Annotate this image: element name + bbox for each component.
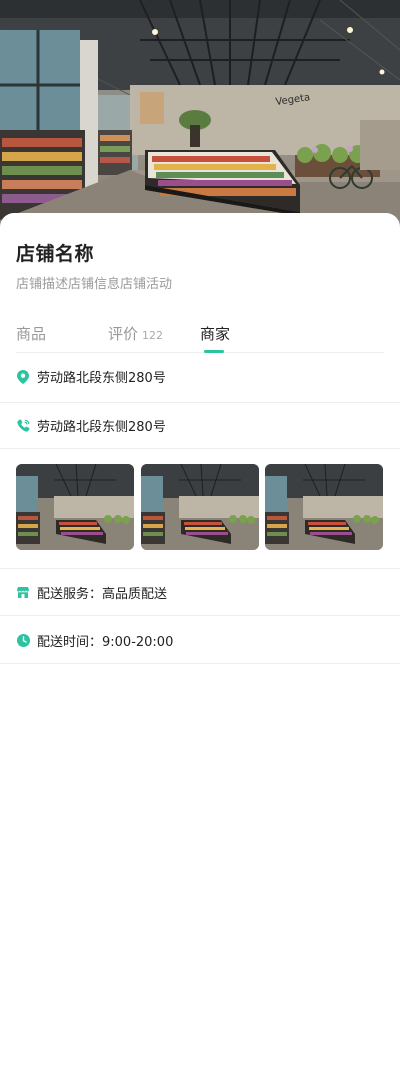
location-pin-icon [16, 369, 30, 384]
store-photo-gallery [16, 464, 384, 550]
supermarket-illustration: Vegeta [0, 0, 400, 232]
tab-reviews[interactable]: 评价 122 [108, 323, 163, 344]
shop-icon [16, 585, 30, 599]
tab-reviews-count: 122 [142, 329, 164, 342]
store-cover-photo: Vegeta [0, 0, 400, 232]
address-row[interactable]: 劳动路北段东侧280号 [0, 353, 400, 400]
delivery-hours-row: 配送时间：9:00-20:00 [0, 617, 400, 664]
delivery-service-row: 配送服务：高品质配送 [0, 569, 400, 616]
phone-icon [16, 419, 30, 433]
store-photo-thumbnail[interactable] [265, 464, 383, 550]
delivery-hours-text: 配送时间：9:00-20:00 [37, 634, 174, 650]
store-info-sheet: 店铺名称 店铺描述店铺信息店铺活动 商品 评价 122 商家 劳动路北段东侧280… [0, 213, 400, 1067]
phone-row[interactable]: 劳动路北段东侧280号 [0, 402, 400, 449]
tab-merchant[interactable]: 商家 [200, 323, 230, 344]
delivery-service-text: 配送服务：高品质配送 [37, 586, 168, 602]
phone-text: 劳动路北段东侧280号 [37, 420, 166, 435]
store-tabs: 商品 评价 122 商家 [16, 315, 384, 353]
store-photo-thumbnail[interactable] [141, 464, 259, 550]
tab-reviews-label: 评价 [108, 325, 139, 343]
store-name: 店铺名称 [16, 243, 95, 265]
address-text: 劳动路北段东侧280号 [37, 371, 166, 386]
store-photo-thumbnail[interactable] [16, 464, 134, 550]
store-description: 店铺描述店铺信息店铺活动 [16, 277, 173, 292]
tab-merchant-label: 商家 [200, 325, 231, 343]
clock-icon [16, 633, 30, 647]
tab-goods[interactable]: 商品 [16, 323, 46, 344]
tab-goods-label: 商品 [16, 325, 47, 343]
merchant-page: Vegeta 店铺名称 店铺描述店铺信息店铺活动 商品 评价 122 商家 劳动… [0, 0, 400, 1067]
